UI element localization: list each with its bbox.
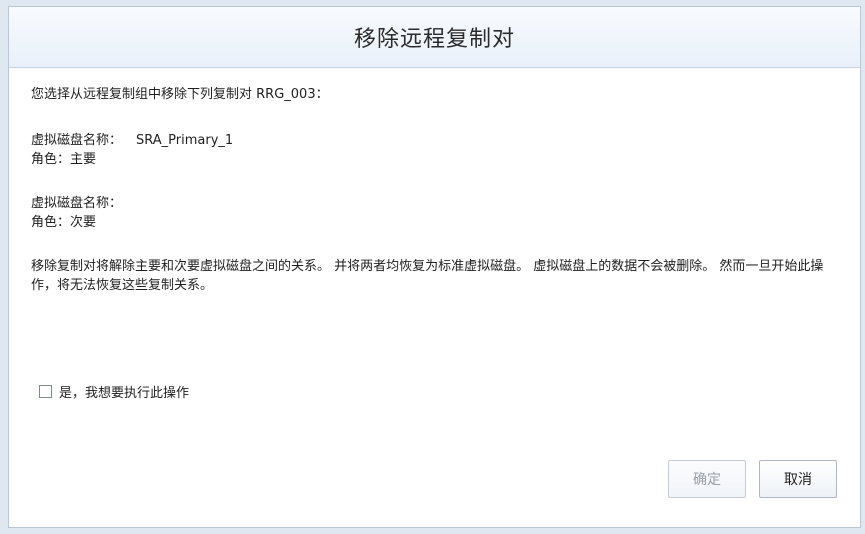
dialog-title: 移除远程复制对 xyxy=(353,27,515,52)
dialog-content: 您选择从远程复制组中移除下列复制对 RRG_003： 虚拟磁盘名称： SRA_Pr… xyxy=(31,85,840,295)
confirm-option[interactable]: 是，我想要执行此操作 xyxy=(39,382,189,401)
primary-disk-name-row: 虚拟磁盘名称： SRA_Primary_1 xyxy=(31,131,840,150)
intro-text: 您选择从远程复制组中移除下列复制对 RRG_003： xyxy=(31,87,329,102)
remove-replication-pair-dialog: 移除远程复制对 您选择从远程复制组中移除下列复制对 RRG_003： 虚拟磁盘名… xyxy=(8,6,861,528)
secondary-role: 角色：次要 xyxy=(31,215,97,230)
primary-disk-info: 虚拟磁盘名称： SRA_Primary_1 角色：主要 xyxy=(31,131,840,169)
secondary-disk-name-row: 虚拟磁盘名称： xyxy=(31,194,840,213)
dialog-buttons: 确定 取消 xyxy=(668,460,837,498)
primary-disk-name-label: 虚拟磁盘名称： xyxy=(31,133,123,148)
secondary-disk-info: 虚拟磁盘名称： 角色：次要 xyxy=(31,194,840,232)
dialog-title-bar: 移除远程复制对 xyxy=(9,7,860,68)
primary-role: 角色：主要 xyxy=(31,152,97,167)
cancel-button[interactable]: 取消 xyxy=(759,460,837,498)
confirm-label: 是，我想要执行此操作 xyxy=(59,386,190,401)
warning-text: 移除复制对将解除主要和次要虚拟磁盘之间的关系。 并将两者均恢复为标准虚拟磁盘。 … xyxy=(31,259,824,293)
ok-button[interactable]: 确定 xyxy=(668,460,746,498)
primary-disk-name-value: SRA_Primary_1 xyxy=(136,133,234,148)
secondary-disk-name-label: 虚拟磁盘名称： xyxy=(31,196,123,211)
confirm-checkbox[interactable] xyxy=(39,385,52,398)
